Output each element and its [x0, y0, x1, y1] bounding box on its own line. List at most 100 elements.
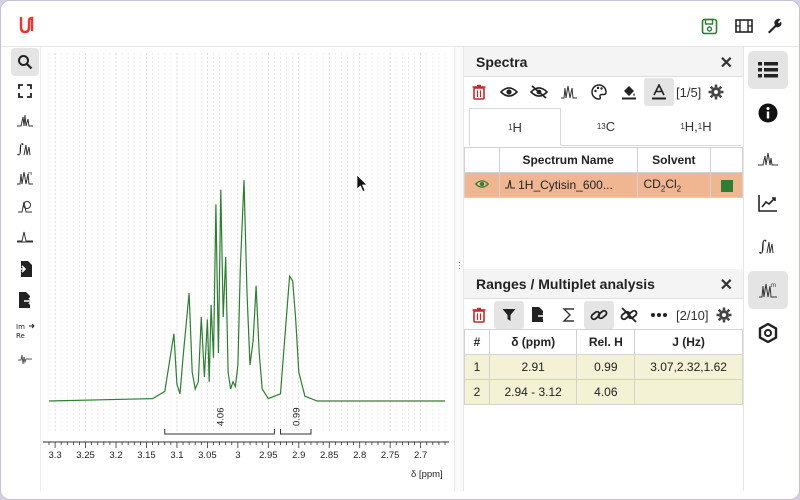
x-tick-label: 2.8: [353, 450, 366, 461]
spectrum-row[interactable]: 1H_Cytisin_600... CD2Cl2: [464, 172, 743, 198]
import-button[interactable]: [11, 255, 39, 283]
chart-panel-toggle[interactable]: [748, 184, 788, 222]
baseline-icon: [17, 231, 33, 243]
tab-1h-1h-label-2: H: [702, 119, 712, 134]
spectra-table: Spectrum Name Solvent 1H_Cytisin_600... …: [464, 147, 743, 198]
unlink-button[interactable]: [614, 301, 644, 329]
zoom-tool-button[interactable]: [11, 48, 39, 76]
integral-label: 0.99: [292, 408, 303, 427]
integral-button[interactable]: ∫: [11, 135, 39, 163]
filter-ranges-button[interactable]: [494, 301, 524, 329]
tab-1h-1h-label: H,: [684, 119, 698, 134]
solvent-text-2: Cl: [665, 176, 677, 191]
delete-ranges-button[interactable]: [464, 301, 494, 329]
integral-icon: ∫: [17, 142, 31, 157]
save-icon[interactable]: [699, 17, 719, 35]
tab-1h-1h[interactable]: 1 H, 1 H: [651, 108, 741, 145]
fft-button[interactable]: [11, 345, 39, 373]
delete-spectrum-button[interactable]: [464, 78, 494, 106]
real-imaginary-icon: ImRe: [16, 323, 35, 340]
ranges-panel-close-icon[interactable]: ✕: [720, 275, 733, 295]
phase-correction-button[interactable]: [11, 193, 39, 221]
hide-spectra-button[interactable]: [524, 78, 554, 106]
multiplet-icon: m: [759, 283, 777, 298]
spectrum-name-cell[interactable]: 1H_Cytisin_600...: [498, 172, 638, 198]
tab-1h[interactable]: 1H: [469, 108, 561, 146]
peaks-panel-toggle[interactable]: [748, 140, 788, 178]
range-delta[interactable]: 2.91: [488, 354, 578, 380]
paint-bucket-icon: [622, 86, 636, 100]
sum-button[interactable]: [554, 301, 584, 329]
text-color-icon: [652, 84, 666, 100]
range-row[interactable]: 1 2.91 0.99 3.07,2.32,1.62: [464, 354, 743, 380]
x-tick-label: 3: [235, 450, 240, 461]
ranges-settings-button[interactable]: [709, 301, 739, 329]
range-rel-h[interactable]: 0.99: [576, 354, 636, 380]
spectrum-line[interactable]: [48, 180, 445, 402]
spectrum-color-cell[interactable]: [710, 172, 743, 198]
color-palette-button[interactable]: [584, 78, 614, 106]
film-icon[interactable]: [734, 17, 754, 35]
spectra-table-header: Spectrum Name Solvent: [464, 147, 743, 173]
filter-icon: [502, 309, 516, 321]
spectrum-color-swatch[interactable]: [720, 179, 733, 192]
spectrum-plot[interactable]: 4.06 0.99 3.3 3.25 3.2 3.15 3.1 3.05 3 2.95 2.9 2.…: [41, 47, 454, 491]
spectrum-trace[interactable]: [48, 180, 445, 402]
x-tick-label: 2.85: [320, 450, 339, 461]
more-options-button[interactable]: [644, 301, 674, 329]
spectra-panel-toggle[interactable]: [748, 51, 788, 89]
svg-text:∫: ∫: [759, 237, 767, 255]
multiplet-analysis-button[interactable]: [554, 78, 584, 106]
solvent-column-header: Solvent: [636, 147, 712, 173]
wrench-icon[interactable]: [764, 17, 784, 35]
show-spectra-button[interactable]: [494, 78, 524, 106]
ranges-panel-toggle[interactable]: m: [748, 271, 788, 309]
peak-picking-button[interactable]: [11, 106, 39, 134]
import-icon: [18, 261, 32, 277]
fill-color-button[interactable]: [614, 78, 644, 106]
spectra-settings-button[interactable]: [701, 78, 731, 106]
peaks-icon: [758, 152, 778, 166]
gear-icon: [708, 84, 724, 100]
range-j[interactable]: [634, 379, 743, 405]
ranges-table-header: # δ (ppm) Rel. H J (Hz): [464, 329, 743, 355]
range-delta[interactable]: 2.94 - 3.12: [488, 379, 578, 405]
text-label-button[interactable]: [644, 78, 674, 106]
x-tick-label: 2.95: [259, 450, 278, 461]
spectra-panel-close-icon[interactable]: ✕: [720, 53, 733, 73]
magnifier-icon: [18, 55, 33, 70]
line-chart-icon: [758, 195, 777, 212]
multiplet-button[interactable]: m: [11, 164, 39, 192]
right-sidebar: ∫ m: [743, 47, 799, 491]
range-row[interactable]: 2 2.94 - 3.12 4.06: [464, 379, 743, 405]
integral-bracket[interactable]: [280, 429, 312, 435]
ranges-panel-title: Ranges / Multiplet analysis: [476, 275, 655, 292]
left-toolbar: ∫ m Im Re: [1, 47, 41, 491]
range-rel-h[interactable]: 4.06: [576, 379, 636, 405]
x-tick-label: 3.05: [198, 450, 217, 461]
app-window: ∫ m Im Re 4.06 0.99 3.3 3.25 3.2 3.15 3.1 3.: [0, 0, 800, 500]
spectrum-viewer[interactable]: 4.06 0.99 3.3 3.25 3.2 3.15 3.1 3.05 3 2.95 2.9 2.…: [41, 47, 454, 491]
panel-splitter[interactable]: · · ·: [454, 47, 464, 491]
integrals-panel-toggle[interactable]: ∫: [748, 227, 788, 265]
range-index: 1: [464, 354, 490, 380]
spectrum-name-column-header: Spectrum Name: [498, 147, 638, 173]
structures-panel-toggle[interactable]: [748, 314, 788, 352]
real-imaginary-button[interactable]: Im Re: [11, 317, 39, 345]
spectra-toolbar: [1/5]: [464, 77, 743, 107]
range-j[interactable]: 3.07,2.32,1.62: [634, 354, 743, 380]
trash-icon: [472, 307, 486, 323]
splitter-grip-icon: · · ·: [458, 257, 461, 273]
ranges-toolbar: [2/10]: [464, 300, 743, 330]
svg-text:∫: ∫: [17, 142, 24, 157]
export-button[interactable]: [11, 286, 39, 314]
spectrum-visibility-toggle[interactable]: [464, 172, 500, 198]
link-icon: [590, 309, 608, 321]
full-zoom-button[interactable]: [11, 77, 39, 105]
link-button[interactable]: [584, 301, 614, 329]
tab-13c[interactable]: 13 C: [561, 108, 651, 145]
nmrium-logo: [17, 15, 37, 35]
export-ranges-button[interactable]: [524, 301, 554, 329]
baseline-correction-button[interactable]: [11, 222, 39, 250]
info-panel-toggle[interactable]: [748, 94, 788, 132]
